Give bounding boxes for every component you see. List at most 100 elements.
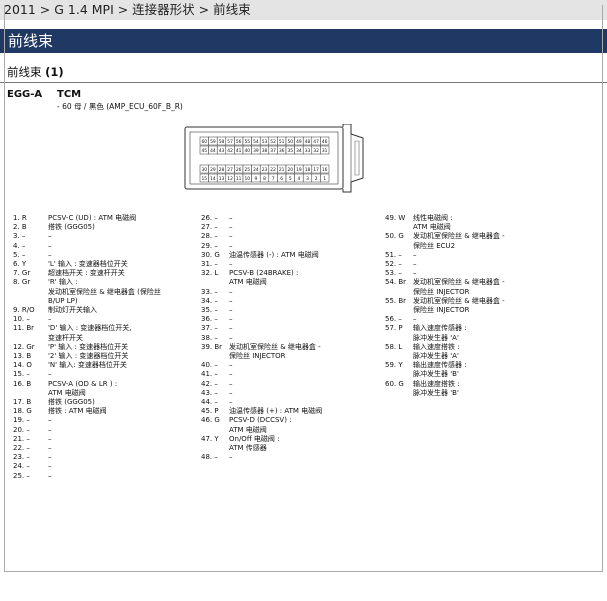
pin-number: 36 — [279, 148, 285, 154]
pin-number: 8 — [263, 176, 266, 182]
pin-number: 51 — [279, 139, 285, 145]
pin-label: 39. Br — [201, 342, 223, 351]
pin-number: 35 — [288, 148, 294, 154]
pin-number: 22 — [270, 167, 276, 173]
pin-label: 55. Br — [385, 296, 407, 305]
connector-diagram: 60 59 58 57 56 55 54 53 52 51 50 49 48 47 4645 44 43 42 41… — [184, 124, 364, 193]
pin-number: 49 — [296, 139, 302, 145]
pin-description: 搭铁 : ATM 电磁阀 — [48, 407, 107, 416]
pin-number: 9 — [255, 176, 258, 182]
pin-number: 7 — [272, 176, 275, 182]
page-title: 前线束 — [0, 29, 607, 53]
pin-number: 2 — [315, 176, 318, 182]
pin-number: 41 — [236, 148, 242, 154]
pin-number: 52 — [270, 139, 276, 145]
section-divider — [0, 82, 607, 83]
pin-number: 10 — [245, 176, 251, 182]
pin-label: 8. Gr — [13, 278, 31, 287]
connector-id: EGG-A — [7, 89, 43, 100]
pin-label: 48. – — [201, 453, 218, 462]
pin-number: 56 — [236, 139, 242, 145]
pin-label: 57. P — [385, 324, 403, 333]
pin-number: 55 — [245, 139, 251, 145]
pin-number: 30 — [202, 167, 208, 173]
pin-label: 60. G — [385, 379, 404, 388]
pin-number: 13 — [219, 176, 225, 182]
pin-number: 54 — [253, 139, 259, 145]
pin-number: 57 — [227, 139, 233, 145]
pin-number: 39 — [253, 148, 259, 154]
pin-number: 12 — [227, 176, 233, 182]
pin-description: 'N' 输入: 变速器档位开关 — [48, 361, 127, 370]
pin-description: – — [48, 471, 52, 480]
section-name: 前线束 — [7, 65, 42, 79]
pin-number: 31 — [322, 148, 328, 154]
pin-number: 20 — [288, 167, 294, 173]
pin-number: 14 — [210, 176, 216, 182]
pin-number: 24 — [253, 167, 259, 173]
pin-number: 53 — [262, 139, 268, 145]
pin-label: 59. Y — [385, 361, 403, 370]
breadcrumb: 2011 > G 1.4 MPI > 连接器形状 > 前线束 — [0, 0, 607, 20]
pin-number: 43 — [219, 148, 225, 154]
pin-number: 38 — [262, 148, 268, 154]
pin-description: 保险丝 ECU2 — [413, 241, 456, 250]
pin-number: 42 — [227, 148, 233, 154]
latch-slot — [354, 140, 360, 176]
pin-number: 25 — [245, 167, 251, 173]
pin-number: 45 — [202, 148, 208, 154]
pin-number: 50 — [288, 139, 294, 145]
pin-number: 28 — [219, 167, 225, 173]
pin-number: 33 — [305, 148, 311, 154]
pin-label: 46. G — [201, 416, 220, 425]
pin-number: 19 — [296, 167, 302, 173]
pin-label: 11. Br — [13, 324, 35, 333]
pin-number: 58 — [219, 139, 225, 145]
pin-description: 脉冲发生器 'B' — [413, 388, 459, 397]
pin-description: ATM 电磁阀 — [229, 278, 267, 287]
pin-number: 34 — [296, 148, 302, 154]
pin-number: 11 — [236, 176, 242, 182]
pin-number: 16 — [322, 167, 328, 173]
pin-label: 47. Y — [201, 434, 219, 443]
pin-number: 4 — [298, 176, 301, 182]
pin-number: 17 — [313, 167, 319, 173]
pin-number: 40 — [245, 148, 251, 154]
connector-description: - 60 母 / 黑色 (AMP_ECU_60F_B_R) — [57, 102, 183, 111]
section-header: 前线束 (1) — [7, 64, 64, 80]
pin-number: 48 — [305, 139, 311, 145]
pin-label: 32. L — [201, 269, 219, 278]
pin-label: 49. W — [385, 214, 406, 222]
pin-number: 23 — [262, 167, 268, 173]
pin-label: 50. G — [385, 232, 404, 241]
section-index: (1) — [45, 65, 64, 79]
latch-outline — [342, 124, 364, 193]
pin-label: 16. B — [13, 379, 32, 388]
pin-label: 54. Br — [385, 278, 407, 287]
pin-label: 58. L — [385, 342, 403, 351]
pin-number: 37 — [270, 148, 276, 154]
pin-number: 5 — [289, 176, 292, 182]
pin-description: ATM 传感器 — [229, 443, 267, 452]
pin-number: 6 — [280, 176, 283, 182]
pin-number: 15 — [202, 176, 208, 182]
pin-number: 60 — [202, 139, 208, 145]
pin-number: 47 — [313, 139, 319, 145]
pin-number: 46 — [322, 139, 328, 145]
pin-number: 18 — [305, 167, 311, 173]
pin-description: 搭铁 (GGG05) — [48, 223, 95, 232]
connector-name: TCM — [57, 89, 82, 100]
pin-number: 29 — [210, 167, 216, 173]
pin-number: 59 — [210, 139, 216, 145]
pin-description: 油温传感器 (-) : ATM 电磁阀 — [229, 250, 319, 259]
pin-number: 1 — [323, 176, 326, 182]
pin-description: 制动灯开关输入 — [48, 306, 97, 314]
pin-label: 25. – — [13, 471, 30, 480]
pin-number: 44 — [210, 148, 216, 154]
pin-number: 26 — [236, 167, 242, 173]
pin-number: 3 — [306, 176, 309, 182]
pin-description: – — [229, 453, 233, 462]
pin-description: 保险丝 INJECTOR — [413, 305, 470, 314]
pin-description: 保险丝 INJECTOR — [229, 351, 286, 360]
pin-number: 27 — [227, 167, 233, 173]
